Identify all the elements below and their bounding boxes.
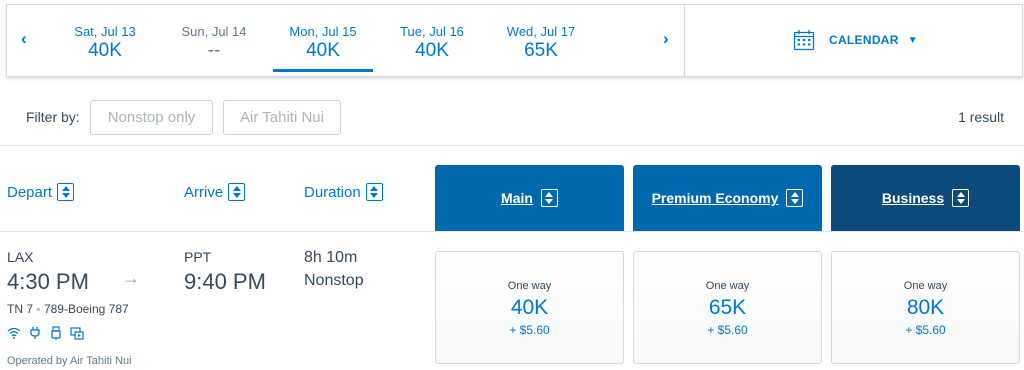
sort-icon [228,183,246,201]
wifi-icon [7,327,21,339]
usb-icon [51,326,61,340]
sort-icon [786,189,804,207]
filter-air-tahiti-nui[interactable]: Air Tahiti Nui [223,100,341,135]
fare-price: 40K [510,296,549,319]
flight-stops: Nonstop [304,272,364,289]
aircraft-type: 789-Boeing 787 [43,302,129,316]
divider [0,231,1024,232]
date-tab-jul-17[interactable]: Wed, Jul 17 65K [491,5,591,77]
date-label: Mon, Jul 15 [289,24,357,39]
calendar-icon [793,30,815,51]
fare-fee: + $5.60 [707,323,748,337]
date-price: -- [207,40,221,61]
sort-icon [365,183,383,201]
separator-icon: ▪ [33,302,44,316]
caret-down-icon: ▼ [907,34,918,46]
fare-premium-economy[interactable]: One way 65K + $5.60 [633,251,822,364]
filter-nonstop-only[interactable]: Nonstop only [90,100,213,135]
fare-type: One way [507,280,552,292]
cabin-header-premium-economy[interactable]: Premium Economy [633,165,822,231]
selected-date-indicator [273,69,373,72]
fare-fee: + $5.60 [509,323,550,337]
date-label: Tue, Jul 16 [400,24,464,39]
fare-main[interactable]: One way 40K + $5.60 [435,251,624,364]
sort-arrive-header[interactable]: Arrive [184,183,246,201]
calendar-button[interactable]: CALENDAR ▼ [793,27,918,53]
fare-price: 65K [708,296,747,319]
date-label: Sat, Jul 13 [74,24,136,39]
sort-icon [540,189,558,207]
origin-airport: LAX [7,249,34,265]
sort-duration-header[interactable]: Duration [304,183,383,201]
date-price: 40K [88,40,122,61]
arrive-time: 9:40 PM [184,269,266,294]
destination-airport: PPT [184,249,212,265]
filter-label: Filter by: [26,109,80,125]
power-icon [30,327,40,339]
date-label: Sun, Jul 14 [181,24,247,39]
duration-header-label: Duration [304,183,361,201]
depart-time: 4:30 PM [7,269,89,294]
sort-icon [57,183,75,201]
flight-number-link[interactable]: TN 7 ▪ 789-Boeing 787 [7,302,129,316]
cabin-label: Premium Economy [651,190,779,206]
date-selector: ‹ Sat, Jul 13 40K Sun, Jul 14 -- Mon, Ju… [6,4,1023,77]
amenities [7,326,84,340]
date-price: 40K [415,40,449,61]
cabin-label: Business [881,190,945,206]
date-tab-jul-16[interactable]: Tue, Jul 16 40K [382,5,482,77]
fare-type: One way [903,280,948,292]
sort-depart-header[interactable]: Depart [7,183,75,201]
date-price: 40K [306,40,340,61]
date-tab-jul-15[interactable]: Mon, Jul 15 40K [273,5,373,77]
divider [0,145,1024,146]
fare-business[interactable]: One way 80K + $5.60 [831,251,1020,364]
arrow-right-icon: → [122,268,140,288]
previous-dates-icon[interactable]: ‹ [21,29,27,49]
cabin-header-main[interactable]: Main [435,165,624,231]
fare-type: One way [705,280,750,292]
entertainment-icon [70,327,84,340]
fare-fee: + $5.60 [905,323,946,337]
sort-icon [952,189,970,207]
fare-price: 80K [906,296,945,319]
flight-duration: 8h 10m [304,249,358,266]
cabin-header-business[interactable]: Business [831,165,1020,231]
next-dates-icon[interactable]: › [663,29,669,49]
depart-header-label: Depart [7,183,53,201]
divider [684,5,685,77]
date-price: 65K [524,40,558,61]
result-count: 1 result [958,109,1004,125]
flight-number: TN 7 [7,302,34,316]
operated-by: Operated by Air Tahiti Nui [7,355,132,367]
arrive-header-label: Arrive [184,183,224,201]
calendar-label: CALENDAR [829,33,899,47]
cabin-label: Main [501,190,533,206]
date-tab-jul-14[interactable]: Sun, Jul 14 -- [164,5,264,77]
date-tab-jul-13[interactable]: Sat, Jul 13 40K [55,5,155,77]
date-label: Wed, Jul 17 [506,24,576,39]
